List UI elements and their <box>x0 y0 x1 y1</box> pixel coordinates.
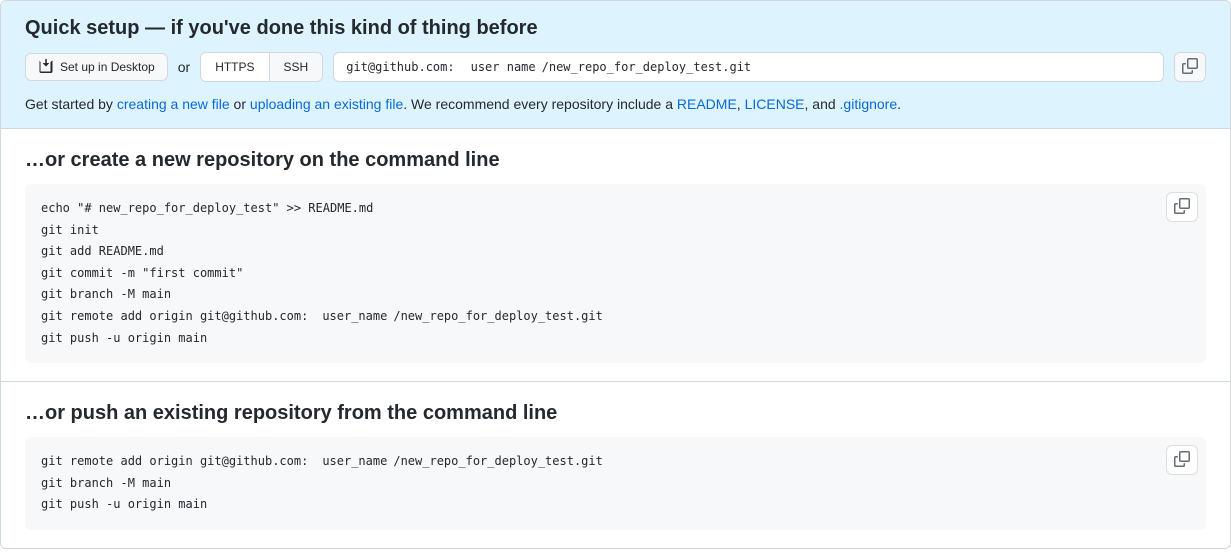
code-prefix: git remote add origin git@github.com: <box>41 309 308 323</box>
setup-in-desktop-label: Set up in Desktop <box>60 60 155 74</box>
create-repo-code: echo "# new_repo_for_deploy_test" >> REA… <box>25 184 1206 363</box>
code-line: git remote add origin git@github.com: use… <box>41 451 1190 473</box>
code-line: git init <box>41 220 1190 242</box>
code-prefix: git remote add origin git@github.com: <box>41 454 308 468</box>
push-repo-code: git remote add origin git@github.com: use… <box>25 437 1206 530</box>
help-text: Get started by creating a new file or up… <box>25 96 1206 112</box>
copy-url-button[interactable] <box>1174 52 1206 82</box>
create-repo-section: …or create a new repository on the comma… <box>1 129 1230 382</box>
push-repo-section: …or push an existing repository from the… <box>1 382 1230 548</box>
clone-url-user: user name <box>471 60 536 74</box>
protocol-toggle: HTTPS SSH <box>200 52 323 82</box>
copy-icon <box>1174 198 1190 217</box>
quick-setup-title: Quick setup — if you've done this kind o… <box>25 17 1206 40</box>
code-line: echo "# new_repo_for_deploy_test" >> REA… <box>41 198 1190 220</box>
clone-url-field[interactable]: git@github.com: user name /new_repo_for_… <box>333 52 1164 82</box>
help-mid: . We recommend every repository include … <box>403 96 677 112</box>
code-line: git branch -M main <box>41 284 1190 306</box>
copy-create-repo-button[interactable] <box>1166 192 1198 222</box>
or-label: or <box>178 59 190 75</box>
push-repo-title: …or push an existing repository from the… <box>25 402 1206 425</box>
link-readme[interactable]: README <box>677 96 737 112</box>
help-prefix: Get started by <box>25 96 117 112</box>
setup-control-row: Set up in Desktop or HTTPS SSH git@githu… <box>25 52 1206 82</box>
help-comma2: , and <box>805 96 840 112</box>
code-user: user_name <box>322 454 387 468</box>
code-line: git push -u origin main <box>41 494 1190 516</box>
code-line: git branch -M main <box>41 473 1190 495</box>
create-repo-title: …or create a new repository on the comma… <box>25 149 1206 172</box>
clone-url-prefix: git@github.com: <box>346 60 454 74</box>
code-line: git commit -m "first commit" <box>41 263 1190 285</box>
quick-setup-panel: Quick setup — if you've done this kind o… <box>1 1 1230 129</box>
link-gitignore[interactable]: .gitignore <box>840 96 898 112</box>
copy-icon <box>1174 451 1190 470</box>
link-upload-file[interactable]: uploading an existing file <box>250 96 403 112</box>
setup-in-desktop-button[interactable]: Set up in Desktop <box>25 53 168 81</box>
clone-url-path: /new_repo_for_deploy_test.git <box>542 60 752 74</box>
ssh-button[interactable]: SSH <box>269 53 323 81</box>
help-or: or <box>230 96 250 112</box>
https-button[interactable]: HTTPS <box>201 53 268 81</box>
code-path: /new_repo_for_deploy_test.git <box>393 454 603 468</box>
copy-push-repo-button[interactable] <box>1166 445 1198 475</box>
help-period: . <box>897 96 901 112</box>
link-new-file[interactable]: creating a new file <box>117 96 230 112</box>
code-line: git add README.md <box>41 241 1190 263</box>
help-comma1: , <box>737 96 745 112</box>
code-path: /new_repo_for_deploy_test.git <box>393 309 603 323</box>
copy-icon <box>1182 58 1198 77</box>
code-line: git push -u origin main <box>41 328 1190 350</box>
code-line: git remote add origin git@github.com: use… <box>41 306 1190 328</box>
link-license[interactable]: LICENSE <box>745 96 805 112</box>
code-user: user_name <box>322 309 387 323</box>
desktop-download-icon <box>38 58 54 77</box>
